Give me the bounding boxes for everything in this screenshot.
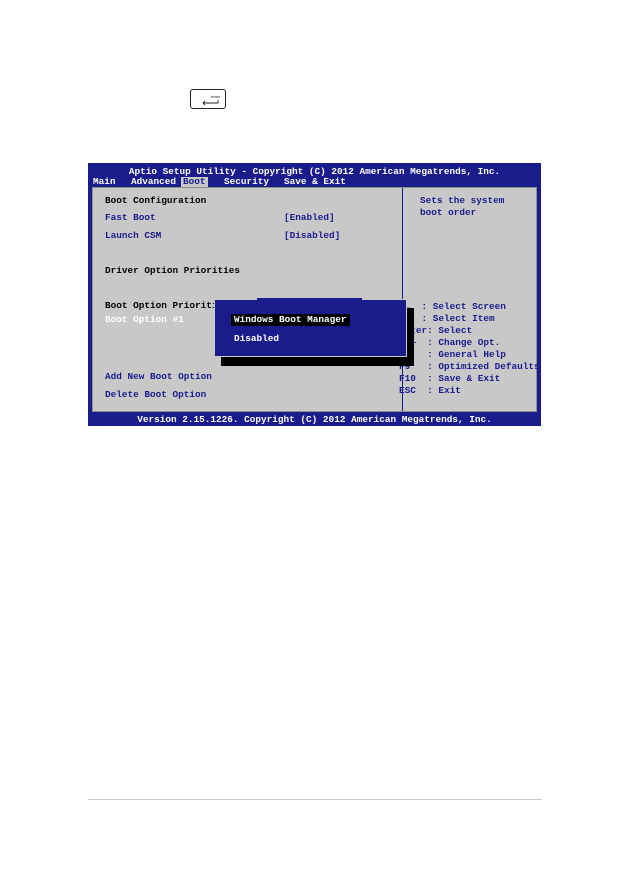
boot-option-popup: Windows Boot Manager Disabled — [214, 298, 407, 357]
popup-title-gap — [257, 298, 362, 302]
svg-text:enter: enter — [211, 94, 221, 99]
tab-boot[interactable]: Boot — [181, 177, 208, 187]
fast-boot-value[interactable]: [Enabled] — [284, 212, 335, 223]
key-help-exit: ESC : Exit — [399, 385, 461, 396]
key-help-general-help: F1 : General Help — [399, 349, 506, 360]
boot-configuration-heading: Boot Configuration — [105, 195, 207, 206]
launch-csm-value[interactable]: [Disabled] — [284, 230, 340, 241]
fast-boot-label[interactable]: Fast Boot — [105, 212, 156, 223]
bios-footer: Version 2.15.1226. Copyright (C) 2012 Am… — [137, 414, 492, 425]
tab-main[interactable]: Main — [93, 177, 116, 187]
help-text-line-1: Sets the system — [420, 195, 505, 206]
boot-option-priorities-heading: Boot Option Prioriti — [105, 300, 218, 311]
key-help-select-screen: →← : Select Screen — [399, 301, 506, 312]
key-help-save-exit: F10 : Save & Exit — [399, 373, 501, 384]
key-help-change-opt: +/— : Change Opt. — [399, 337, 501, 348]
add-new-boot-option[interactable]: Add New Boot Option — [105, 371, 212, 382]
bios-menu-bar: Main Advanced Boot Security Save & Exit — [88, 177, 541, 187]
popup-option-disabled[interactable]: Disabled — [234, 333, 279, 344]
tab-save-exit[interactable]: Save & Exit — [284, 177, 346, 187]
help-text-line-2: boot order — [420, 207, 477, 218]
delete-boot-option[interactable]: Delete Boot Option — [105, 389, 206, 400]
popup-option-windows-boot-manager[interactable]: Windows Boot Manager — [231, 314, 350, 326]
tab-security[interactable]: Security — [224, 177, 269, 187]
launch-csm-label[interactable]: Launch CSM — [105, 230, 161, 241]
tab-advanced[interactable]: Advanced — [131, 177, 176, 187]
page-bottom-rule — [88, 799, 542, 800]
enter-key-icon: enter — [190, 89, 226, 109]
boot-option-1-label[interactable]: Boot Option #1 — [105, 314, 184, 325]
key-help-optimized-defaults: F9 : Optimized Defaults — [399, 361, 540, 372]
bios-setup-screen: Aptio Setup Utility - Copyright (C) 2012… — [88, 163, 541, 426]
driver-option-priorities-heading: Driver Option Priorities — [105, 265, 241, 276]
